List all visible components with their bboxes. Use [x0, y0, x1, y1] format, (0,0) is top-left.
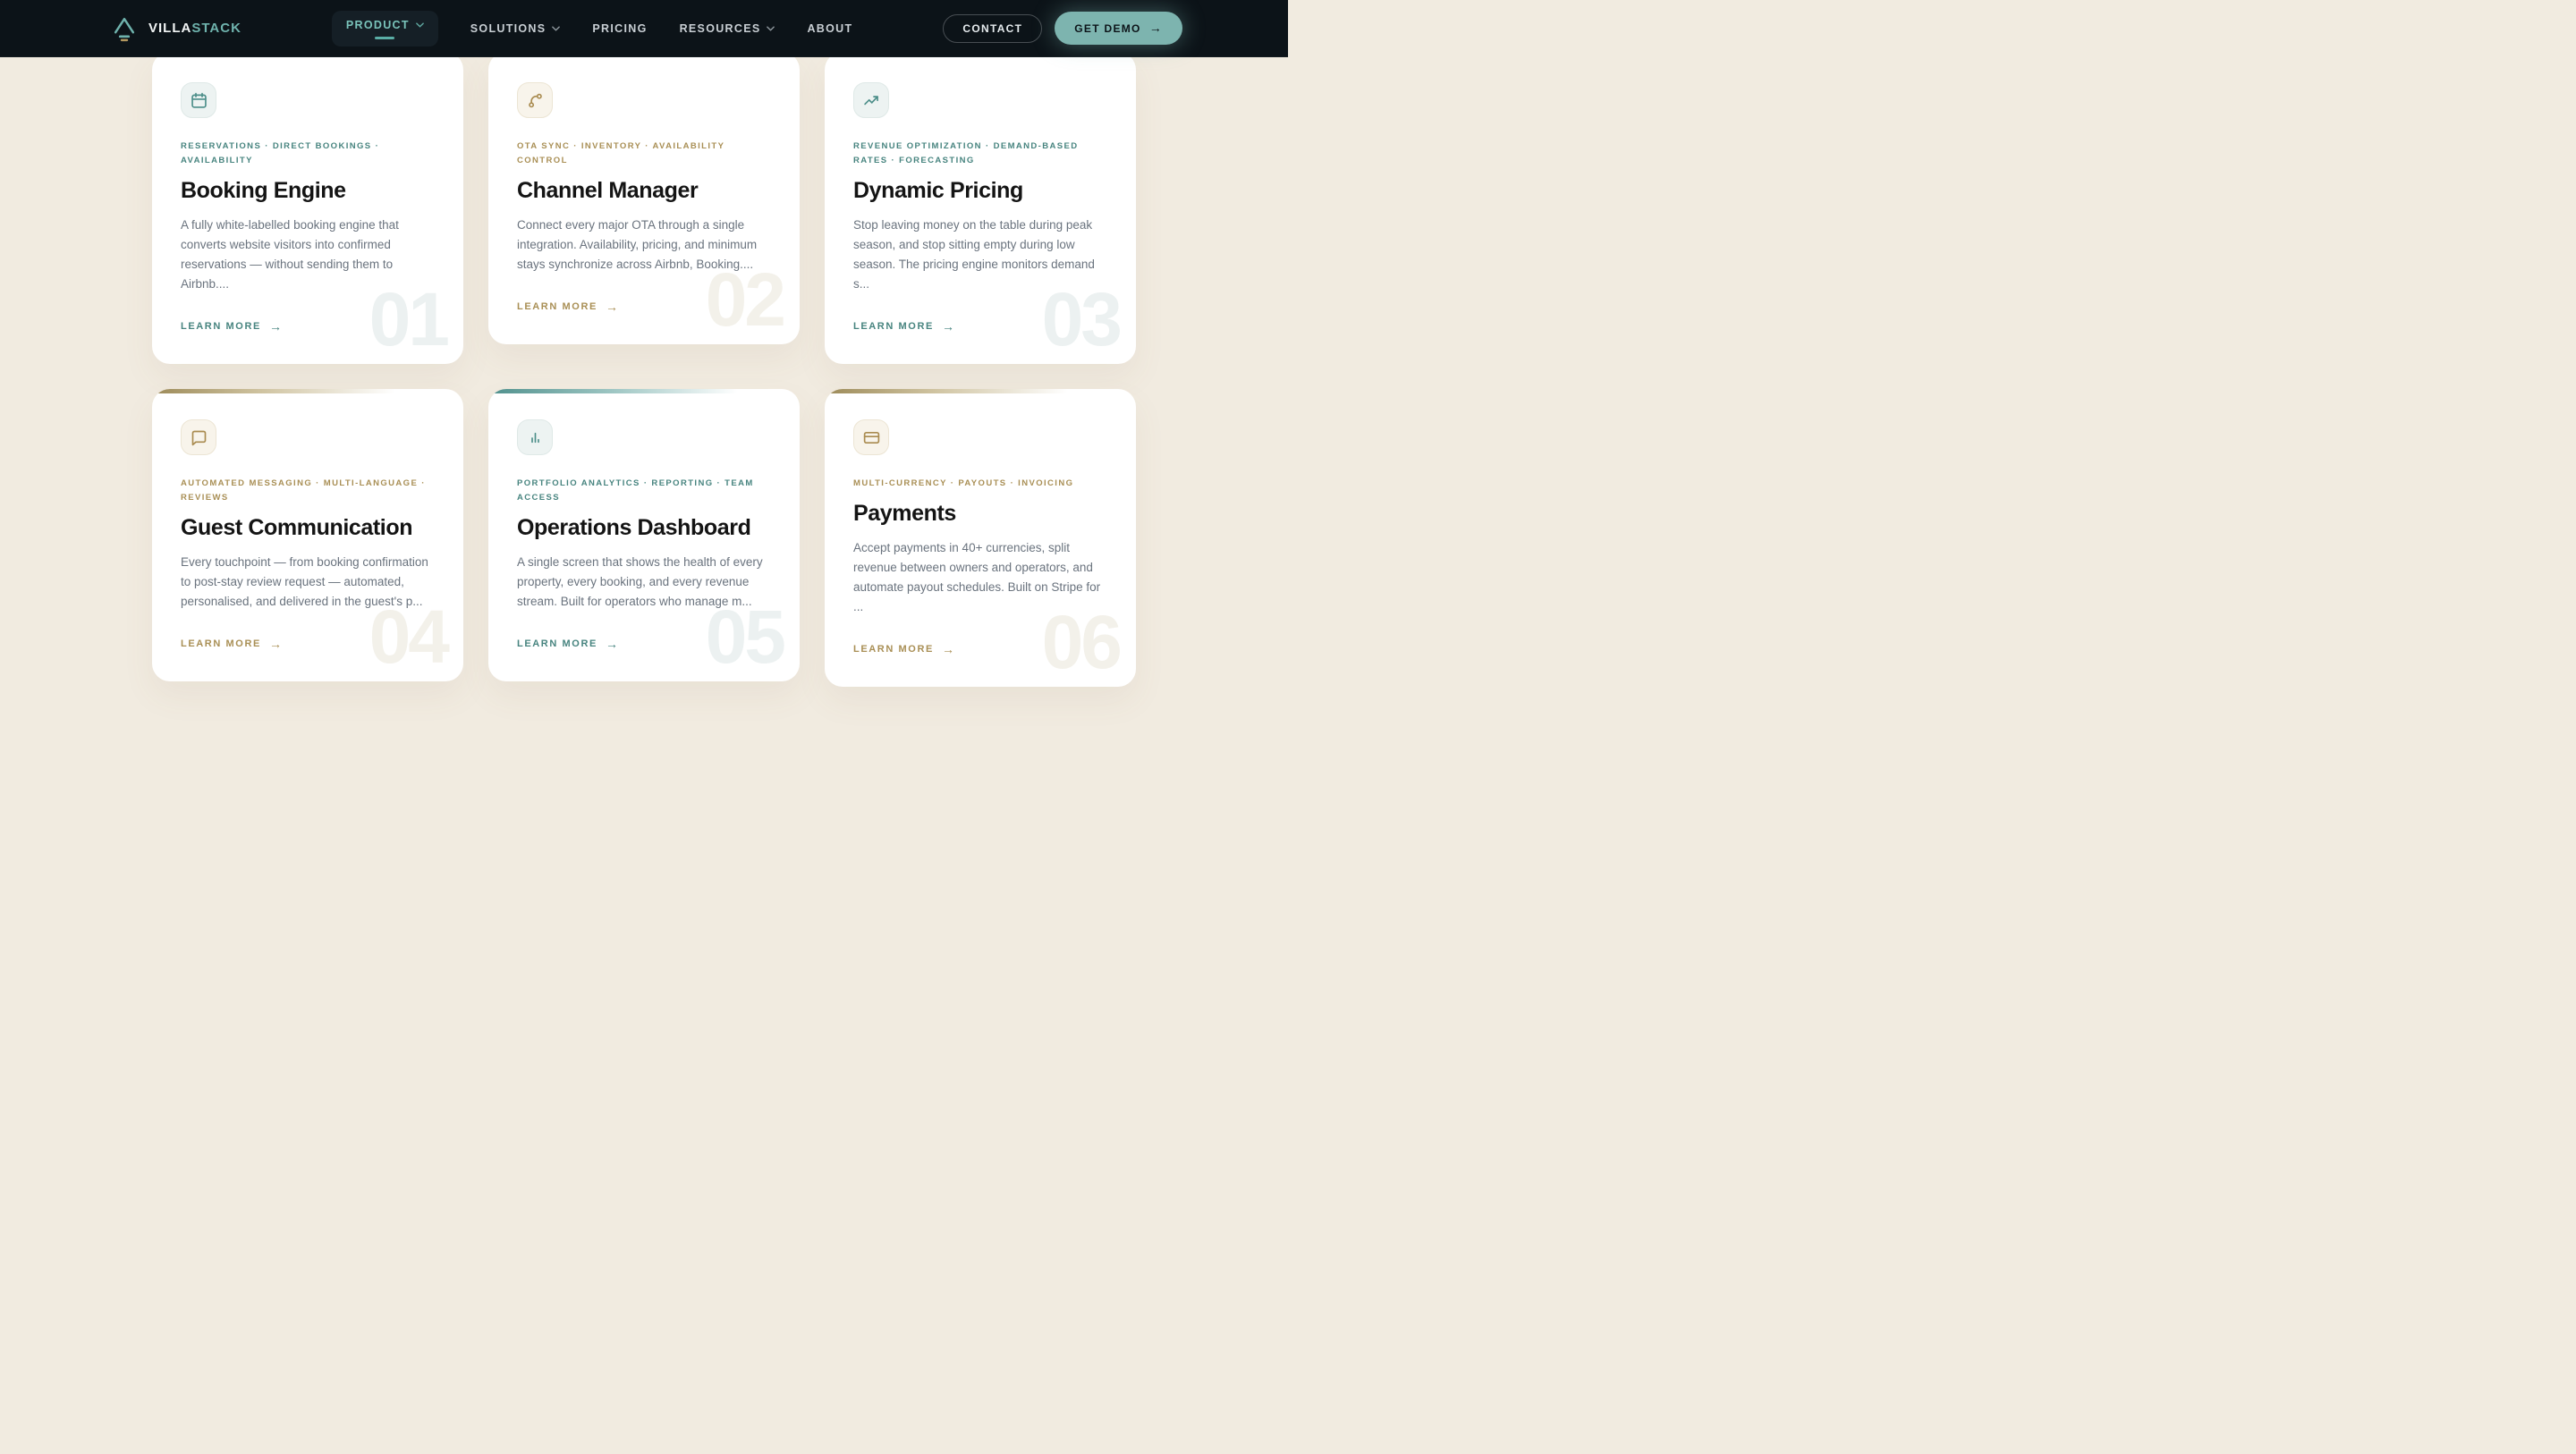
- card-top-gradient: [152, 389, 463, 393]
- arrow-right-icon: →: [606, 300, 618, 314]
- learn-more-link[interactable]: LEARN MORE →: [517, 638, 618, 651]
- learn-more-link[interactable]: LEARN MORE →: [853, 643, 954, 656]
- card-description: Accept payments in 40+ currencies, split…: [853, 538, 1107, 617]
- trending-up-icon: [862, 91, 881, 110]
- contact-button[interactable]: CONTACT: [943, 14, 1042, 43]
- card-description: A fully white-labelled booking engine th…: [181, 216, 435, 294]
- card-top-gradient: [488, 389, 800, 393]
- card-description: Every touchpoint — from booking confirma…: [181, 553, 435, 612]
- card-booking-engine: RESERVATIONS · DIRECT BOOKINGS · AVAILAB…: [152, 52, 463, 364]
- arrow-right-icon: →: [942, 642, 954, 656]
- nav-item-resources-label: RESOURCES: [680, 22, 761, 35]
- get-demo-button[interactable]: GET DEMO →: [1055, 12, 1182, 45]
- villa-logo-icon: [111, 14, 138, 43]
- nav-menu: PRODUCT SOLUTIONS PRICING RESOURCES ABOU…: [242, 11, 944, 46]
- card-title: Payments: [853, 500, 1107, 527]
- nav-item-product[interactable]: PRODUCT: [332, 11, 438, 46]
- product-section: RESERVATIONS · DIRECT BOOKINGS · AVAILAB…: [0, 0, 1288, 687]
- card-icon-box: [517, 82, 553, 118]
- nav-item-pricing-label: PRICING: [592, 22, 647, 35]
- chevron-down-icon: [767, 26, 775, 31]
- card-icon-box: [181, 419, 216, 455]
- card-title: Dynamic Pricing: [853, 177, 1107, 204]
- card-eyebrow: PORTFOLIO ANALYTICS · REPORTING · TEAM A…: [517, 477, 771, 505]
- card-title: Booking Engine: [181, 177, 435, 204]
- card-operations-dashboard: PORTFOLIO ANALYTICS · REPORTING · TEAM A…: [488, 389, 800, 681]
- card-description: Connect every major OTA through a single…: [517, 216, 771, 275]
- card-title: Operations Dashboard: [517, 514, 771, 541]
- card-icon-box: [517, 419, 553, 455]
- card-eyebrow: REVENUE OPTIMIZATION · DEMAND-BASED RATE…: [853, 139, 1107, 168]
- card-title: Channel Manager: [517, 177, 771, 204]
- message-square-icon: [190, 428, 208, 447]
- arrow-right-icon: →: [606, 637, 618, 651]
- card-guest-communication: AUTOMATED MESSAGING · MULTI-LANGUAGE · R…: [152, 389, 463, 681]
- card-top-gradient: [825, 389, 1136, 393]
- card-channel-manager: OTA SYNC · INVENTORY · AVAILABILITY CONT…: [488, 52, 800, 344]
- card-eyebrow: AUTOMATED MESSAGING · MULTI-LANGUAGE · R…: [181, 477, 435, 505]
- nav-item-about[interactable]: ABOUT: [807, 22, 852, 35]
- card-eyebrow: MULTI-CURRENCY · PAYOUTS · INVOICING: [853, 477, 1107, 491]
- brand-logo[interactable]: VILLASTACK: [111, 14, 242, 43]
- card-title: Guest Communication: [181, 514, 435, 541]
- card-payments: MULTI-CURRENCY · PAYOUTS · INVOICING Pay…: [825, 389, 1136, 687]
- card-eyebrow: RESERVATIONS · DIRECT BOOKINGS · AVAILAB…: [181, 139, 435, 168]
- navbar-actions: CONTACT GET DEMO →: [943, 12, 1182, 45]
- nav-item-solutions[interactable]: SOLUTIONS: [470, 22, 561, 35]
- learn-more-link[interactable]: LEARN MORE →: [853, 320, 954, 334]
- learn-more-link[interactable]: LEARN MORE →: [181, 638, 282, 651]
- card-description: A single screen that shows the health of…: [517, 553, 771, 612]
- git-branch-icon: [526, 91, 545, 110]
- nav-item-solutions-label: SOLUTIONS: [470, 22, 547, 35]
- product-card-grid: RESERVATIONS · DIRECT BOOKINGS · AVAILAB…: [152, 52, 1136, 687]
- navbar: VILLASTACK PRODUCT SOLUTIONS PRICING RES…: [0, 0, 1288, 57]
- calendar-icon: [190, 91, 208, 110]
- card-icon-box: [853, 419, 889, 455]
- nav-item-about-label: ABOUT: [807, 22, 852, 35]
- active-nav-underline: [375, 37, 394, 39]
- bar-chart-icon: [526, 428, 545, 447]
- card-dynamic-pricing: REVENUE OPTIMIZATION · DEMAND-BASED RATE…: [825, 52, 1136, 364]
- card-description: Stop leaving money on the table during p…: [853, 216, 1107, 294]
- learn-more-link[interactable]: LEARN MORE →: [517, 300, 618, 314]
- card-icon-box: [853, 82, 889, 118]
- nav-item-resources[interactable]: RESOURCES: [680, 22, 775, 35]
- get-demo-label: GET DEMO: [1074, 22, 1140, 35]
- card-eyebrow: OTA SYNC · INVENTORY · AVAILABILITY CONT…: [517, 139, 771, 168]
- learn-more-link[interactable]: LEARN MORE →: [181, 320, 282, 334]
- arrow-right-icon: →: [1149, 21, 1163, 35]
- brand-name: VILLASTACK: [148, 21, 242, 36]
- arrow-right-icon: →: [942, 319, 954, 334]
- credit-card-icon: [862, 428, 881, 447]
- arrow-right-icon: →: [269, 319, 282, 334]
- nav-item-pricing[interactable]: PRICING: [592, 22, 647, 35]
- nav-item-product-label: PRODUCT: [346, 19, 410, 31]
- chevron-down-icon: [552, 26, 560, 31]
- card-icon-box: [181, 82, 216, 118]
- arrow-right-icon: →: [269, 637, 282, 651]
- chevron-down-icon: [416, 22, 424, 28]
